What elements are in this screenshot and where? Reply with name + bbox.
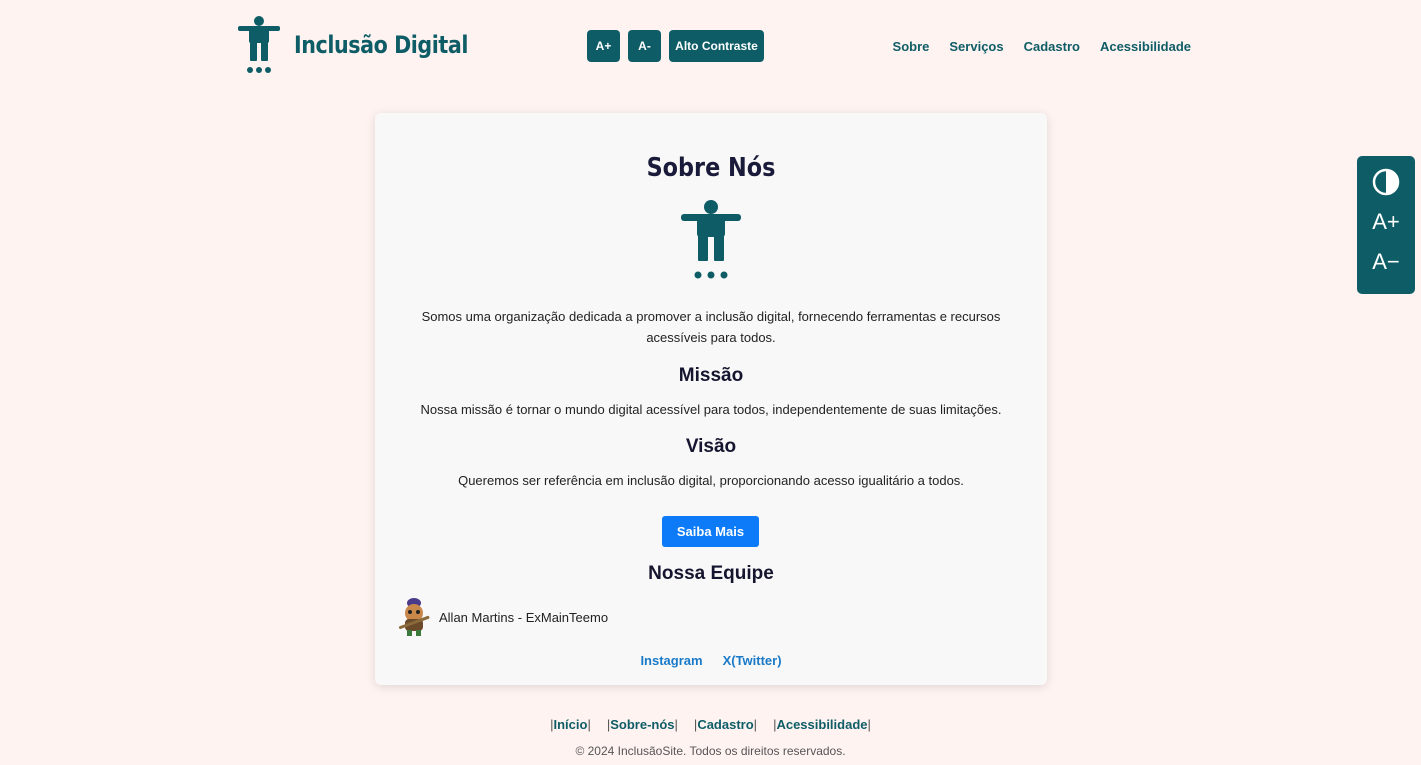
footer-link-sobre-nos[interactable]: Sobre-nós: [610, 717, 674, 732]
social-links: Instagram X(Twitter): [375, 653, 1047, 668]
intro-text: Somos uma organização dedicada a promove…: [421, 309, 1001, 345]
nav-link-servicos[interactable]: Serviços: [949, 39, 1003, 54]
footer-item: |Acessibilidade|: [773, 717, 871, 732]
high-contrast-button[interactable]: Alto Contraste: [669, 30, 764, 62]
side-font-increase-button[interactable]: A+: [1366, 206, 1406, 238]
nav-link-cadastro[interactable]: Cadastro: [1024, 39, 1080, 54]
twitter-link[interactable]: X(Twitter): [723, 653, 782, 668]
accessibility-icon: [681, 200, 741, 279]
main-nav: Sobre Serviços Cadastro Acessibilidade: [893, 39, 1191, 54]
contrast-icon: [1372, 168, 1400, 196]
team-member-name: Allan Martins - ExMainTeemo: [439, 609, 609, 625]
vision-text: Queremos ser referência em inclusão digi…: [458, 473, 964, 488]
mission-title: Missão: [678, 365, 744, 386]
footer-link-cadastro[interactable]: Cadastro: [697, 717, 753, 732]
team-title: Nossa Equipe: [648, 563, 774, 584]
nav-link-sobre[interactable]: Sobre: [893, 39, 930, 54]
footer-item: |Início|: [550, 717, 591, 732]
page-title: Sobre Nós: [646, 153, 776, 183]
logo[interactable]: Inclusão Digital: [236, 16, 496, 74]
header: Inclusão Digital A+ A- Alto Contraste So…: [0, 0, 1421, 95]
footer-item: |Cadastro|: [693, 717, 758, 732]
copyright: © 2024 InclusãoSite. Todos os direitos r…: [575, 744, 846, 758]
contrast-toggle-button[interactable]: [1366, 166, 1406, 198]
footer-link-inicio[interactable]: Início: [554, 717, 588, 732]
font-decrease-button[interactable]: A-: [628, 30, 661, 62]
accessibility-icon: [238, 16, 280, 73]
team-member: Allan Martins - ExMainTeemo: [395, 597, 608, 637]
font-increase-button[interactable]: A+: [587, 30, 620, 62]
brand-name: Inclusão Digital: [294, 31, 469, 59]
avatar: [398, 598, 430, 636]
learn-more-button[interactable]: Saiba Mais: [662, 516, 759, 547]
accessibility-panel: A+ A−: [1357, 156, 1415, 294]
footer-nav: |Início| |Sobre-nós| |Cadastro| |Acessib…: [0, 717, 1421, 732]
instagram-link[interactable]: Instagram: [640, 653, 702, 668]
side-font-decrease-button[interactable]: A−: [1366, 246, 1406, 278]
footer-link-acessibilidade[interactable]: Acessibilidade: [776, 717, 867, 732]
nav-link-acessibilidade[interactable]: Acessibilidade: [1100, 39, 1191, 54]
footer-item: |Sobre-nós|: [606, 717, 678, 732]
about-card: Sobre Nós Somos uma organização dedicada…: [375, 113, 1047, 685]
mission-text: Nossa missão é tornar o mundo digital ac…: [420, 402, 1002, 417]
font-controls: A+ A- Alto Contraste: [587, 30, 764, 62]
vision-title: Visão: [685, 436, 737, 457]
